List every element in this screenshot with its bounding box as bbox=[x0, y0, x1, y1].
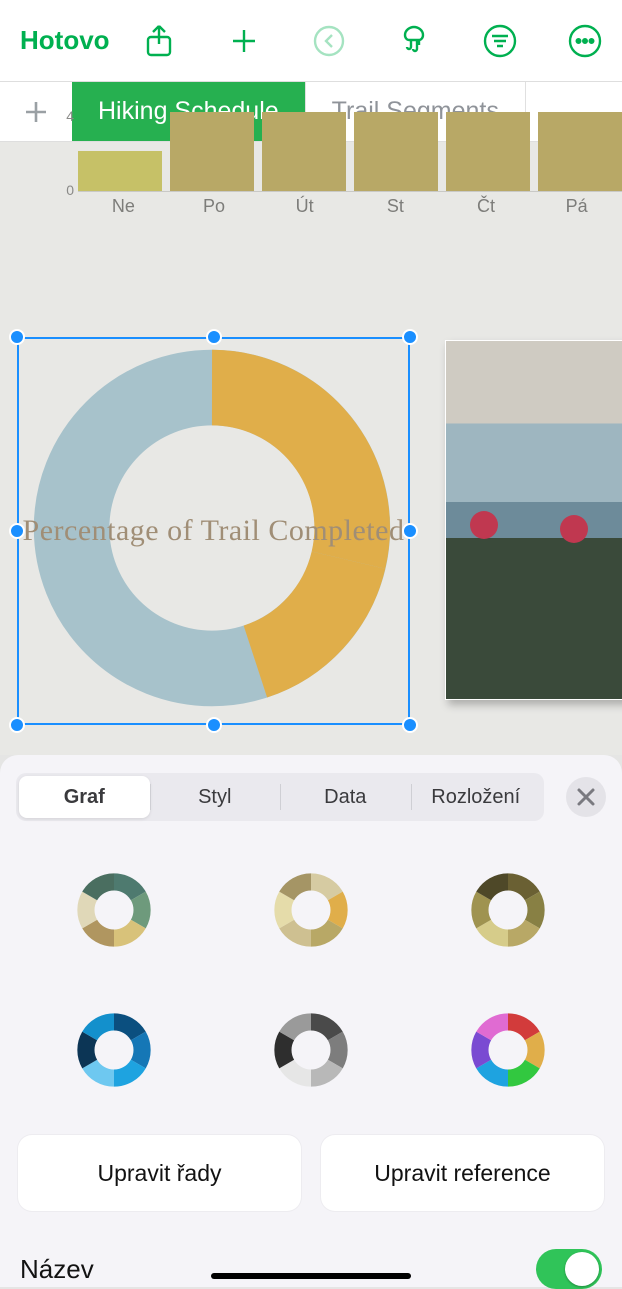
tab-graf[interactable]: Graf bbox=[19, 776, 150, 818]
resize-handle[interactable] bbox=[206, 717, 222, 733]
title-switch[interactable] bbox=[536, 1249, 602, 1289]
resize-handle[interactable] bbox=[9, 523, 25, 539]
share-icon[interactable] bbox=[142, 24, 176, 58]
add-icon[interactable] bbox=[227, 24, 261, 58]
tab-styl[interactable]: Styl bbox=[150, 776, 281, 818]
chart-style-swatch[interactable] bbox=[272, 871, 350, 949]
top-toolbar: Hotovo bbox=[0, 0, 622, 82]
tab-data[interactable]: Data bbox=[280, 776, 411, 818]
edit-series-button[interactable]: Upravit řady bbox=[18, 1135, 301, 1211]
more-icon[interactable] bbox=[568, 24, 602, 58]
selection-rect bbox=[17, 337, 410, 725]
bar bbox=[446, 112, 530, 191]
resize-handle[interactable] bbox=[402, 523, 418, 539]
format-tabs: Graf Styl Data Rozložení bbox=[16, 773, 544, 821]
format-panel: Graf Styl Data Rozložení Upravit řady Up… bbox=[0, 755, 622, 1287]
home-indicator bbox=[211, 1273, 411, 1279]
bar-chart[interactable]: 4 0 Ne Po Út St Čt Pá bbox=[78, 112, 622, 232]
y-tick: 0 bbox=[60, 182, 74, 198]
chart-style-swatch[interactable] bbox=[469, 1011, 547, 1089]
close-panel-button[interactable] bbox=[566, 777, 606, 817]
bar bbox=[354, 112, 438, 191]
bar bbox=[78, 151, 162, 191]
format-brush-icon[interactable] bbox=[397, 24, 431, 58]
sheet-canvas[interactable]: 4 0 Ne Po Út St Čt Pá Percentage of Tra bbox=[0, 142, 622, 755]
close-icon bbox=[576, 787, 596, 807]
chart-style-swatch[interactable] bbox=[75, 871, 153, 949]
resize-handle[interactable] bbox=[402, 329, 418, 345]
edit-references-button[interactable]: Upravit reference bbox=[321, 1135, 604, 1211]
photo-object[interactable] bbox=[445, 340, 622, 700]
resize-handle[interactable] bbox=[9, 329, 25, 345]
resize-handle[interactable] bbox=[206, 329, 222, 345]
resize-handle[interactable] bbox=[9, 717, 25, 733]
bar bbox=[538, 112, 622, 191]
chart-style-swatch[interactable] bbox=[75, 1011, 153, 1089]
undo-icon[interactable] bbox=[312, 24, 346, 58]
tab-rozlozeni[interactable]: Rozložení bbox=[411, 776, 542, 818]
chart-style-swatches bbox=[16, 821, 606, 1135]
filter-icon[interactable] bbox=[483, 24, 517, 58]
chart-style-swatch[interactable] bbox=[469, 871, 547, 949]
resize-handle[interactable] bbox=[402, 717, 418, 733]
y-tick: 4 bbox=[60, 108, 74, 124]
x-axis-labels: Ne Po Út St Čt Pá bbox=[78, 196, 622, 217]
bar bbox=[262, 112, 346, 191]
bar bbox=[170, 112, 254, 191]
chart-style-swatch[interactable] bbox=[272, 1011, 350, 1089]
done-button[interactable]: Hotovo bbox=[20, 25, 110, 56]
donut-chart-selected[interactable]: Percentage of Trail Completed bbox=[17, 337, 410, 725]
title-label: Název bbox=[20, 1254, 94, 1285]
